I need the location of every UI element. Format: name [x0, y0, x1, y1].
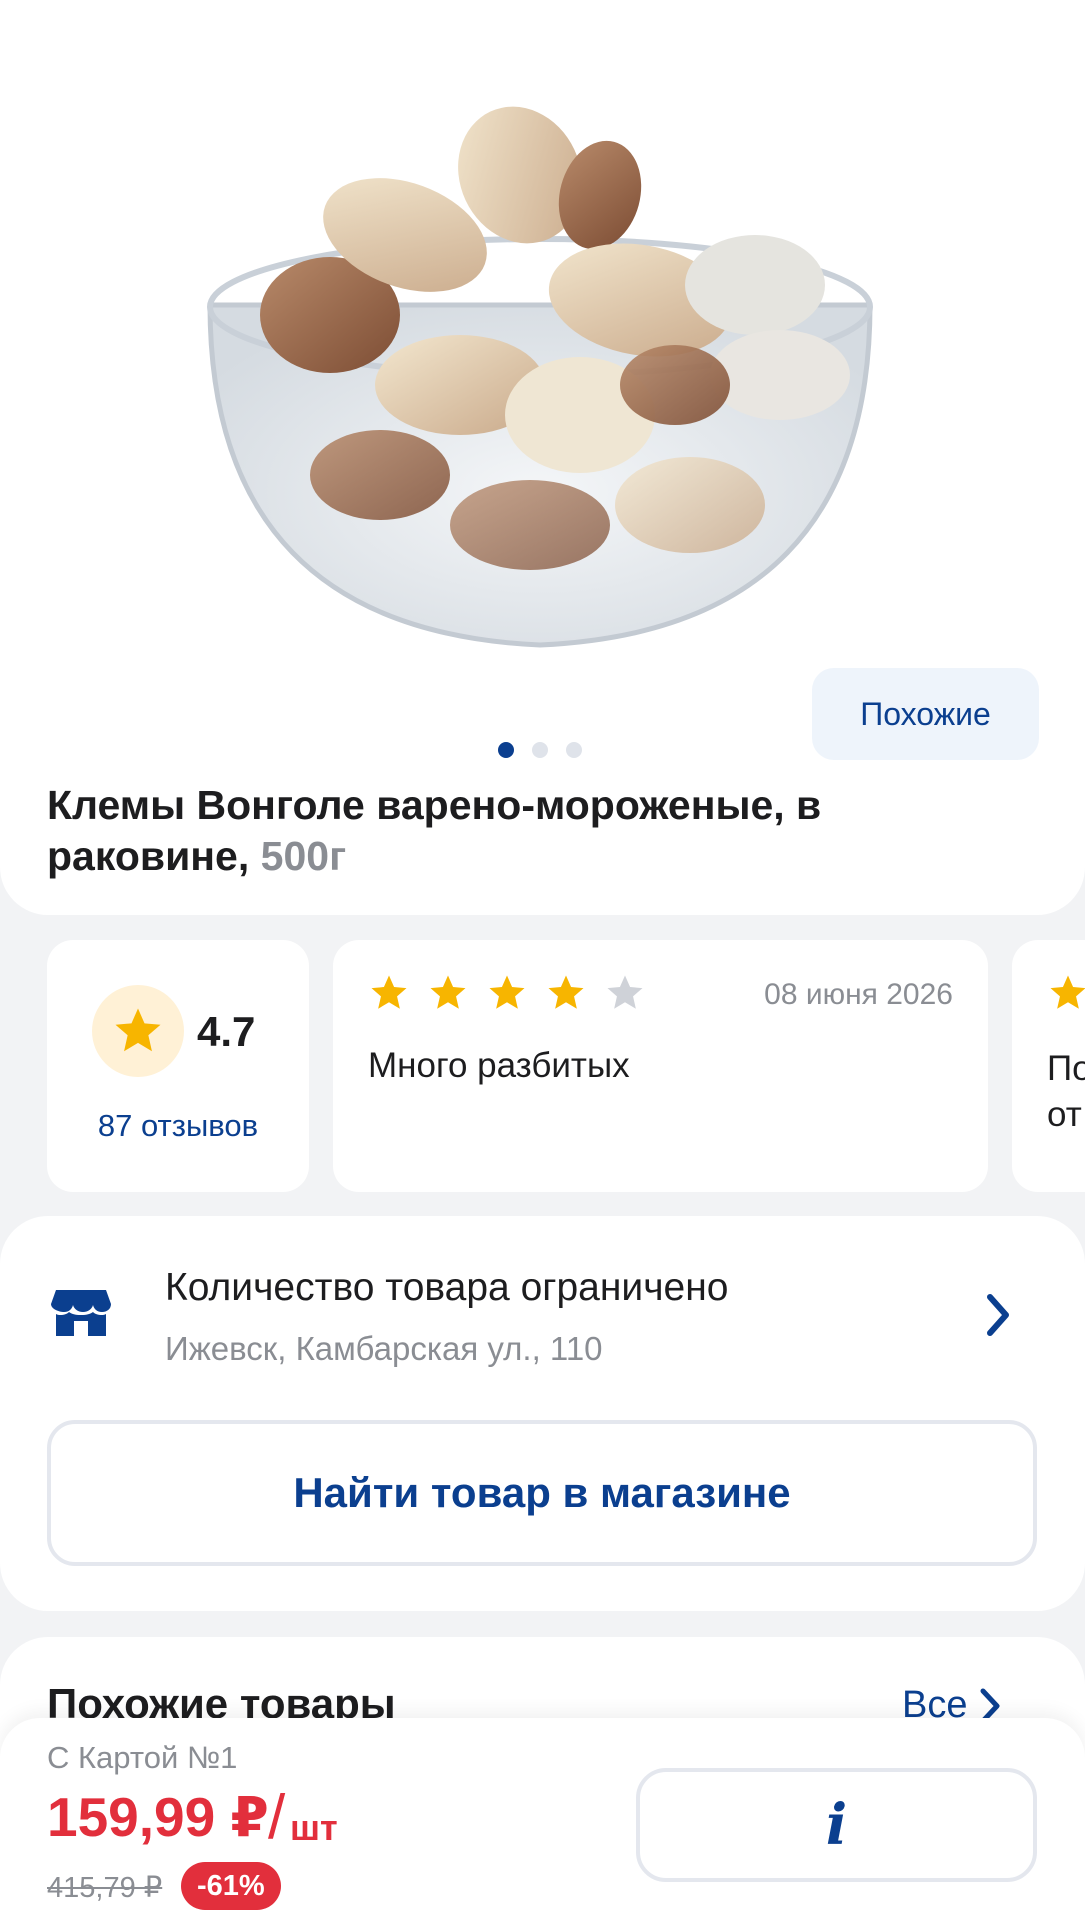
rating-value: 4.7: [197, 1008, 256, 1055]
product-image[interactable]: [170, 85, 910, 685]
product-title-text: Клемы Вонголе варено-мороженые, в ракови…: [47, 782, 822, 879]
reviews-count-link[interactable]: 87 отзывов: [47, 1108, 309, 1144]
old-price: 415,79 ₽: [47, 1872, 163, 1904]
star-icon: [489, 975, 525, 1009]
store-icon: [50, 1288, 112, 1343]
star-icon: [430, 975, 466, 1009]
rating-summary-card[interactable]: 4.7 87 отзывов: [47, 940, 309, 1192]
discount-badge: -61%: [181, 1862, 281, 1910]
info-button[interactable]: i: [636, 1768, 1037, 1882]
store-address[interactable]: Ижевск, Камбарская ул., 110: [165, 1330, 603, 1368]
gallery-pagination: [498, 742, 582, 758]
pagination-dot[interactable]: [532, 742, 548, 758]
reviews-carousel[interactable]: 4.7 87 отзывов 08 июня 2026 Много разбит…: [47, 940, 1085, 1192]
star-icon: [92, 985, 184, 1077]
star-empty-icon: [607, 975, 643, 1009]
review-card-partial[interactable]: По от: [1012, 940, 1085, 1192]
current-price: 159,99 ₽: [47, 1786, 269, 1848]
pagination-dot-active[interactable]: [498, 742, 514, 758]
find-in-store-button[interactable]: Найти товар в магазине: [47, 1420, 1037, 1566]
info-icon: i: [825, 1792, 848, 1858]
similar-chip-button[interactable]: Похожие: [812, 668, 1039, 760]
store-availability-title[interactable]: Количество товара ограничено: [165, 1266, 728, 1310]
product-header-card: Похожие Клемы Вонголе варено-мороженые, …: [0, 0, 1085, 915]
product-weight: 500г: [260, 833, 347, 879]
loyalty-card-label: С Картой №1: [47, 1740, 238, 1775]
pagination-dot[interactable]: [566, 742, 582, 758]
review-text: Много разбитых: [368, 1046, 630, 1085]
star-icon: [548, 975, 584, 1009]
star-icon: [1050, 975, 1085, 1009]
chevron-right-icon[interactable]: [985, 1293, 1011, 1342]
review-card[interactable]: 08 июня 2026 Много разбитых: [333, 940, 988, 1192]
review-date: 08 июня 2026: [764, 978, 953, 1011]
star-icon: [371, 975, 407, 1009]
review-stars: [368, 972, 646, 1014]
review-text-partial: По от: [1047, 1049, 1085, 1134]
product-title: Клемы Вонголе варено-мороженые, в ракови…: [47, 780, 1007, 882]
price-unit: шт: [290, 1807, 338, 1848]
price-unit-separator: /: [268, 1783, 286, 1852]
